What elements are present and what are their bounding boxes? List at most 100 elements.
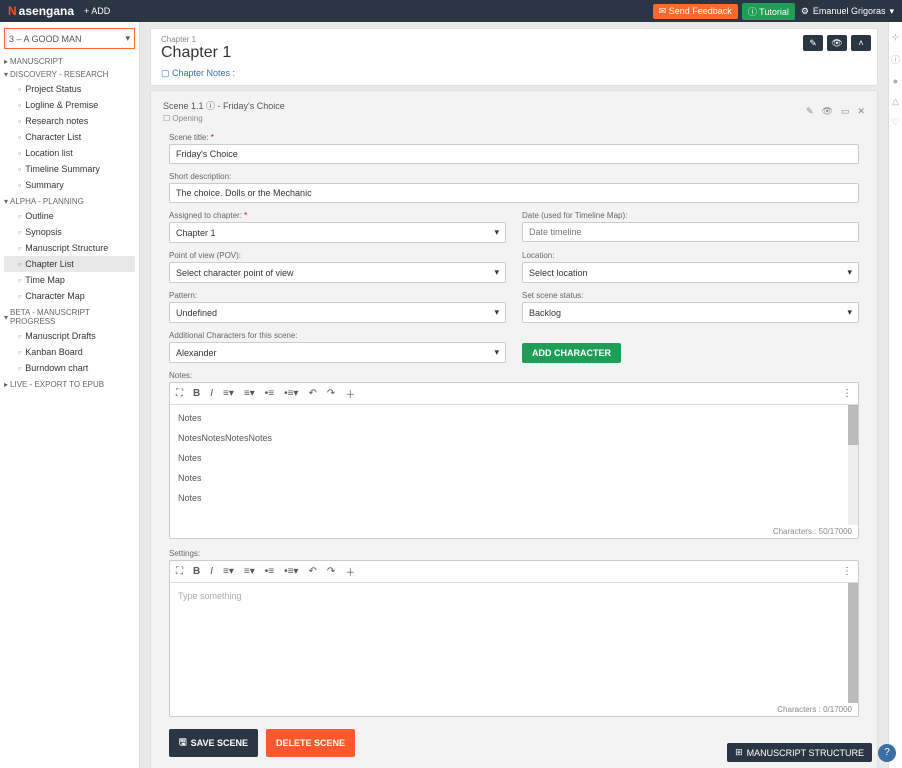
add-character-button[interactable]: ADD CHARACTER bbox=[522, 343, 621, 363]
sidebar-section[interactable]: ▾ ALPHA - PLANNING bbox=[4, 197, 135, 206]
insert-icon[interactable]: ＋ bbox=[345, 564, 355, 579]
sidebar-item[interactable]: ▫ Location list bbox=[4, 145, 135, 161]
rail-icon[interactable]: △ bbox=[892, 96, 899, 107]
sidebar-item[interactable]: ▫ Character Map bbox=[4, 288, 135, 304]
notes-body[interactable]: NotesNotesNotesNotesNotesNotesNotesNotes bbox=[170, 405, 858, 525]
sidebar-item[interactable]: ▫ Chapter List bbox=[4, 256, 135, 272]
sidebar-section[interactable]: ▸ MANUSCRIPT bbox=[4, 57, 135, 66]
manuscript-structure-button[interactable]: ⊞ MANUSCRIPT STRUCTURE bbox=[727, 743, 872, 762]
bold-icon[interactable]: B bbox=[193, 388, 200, 399]
sidebar: 3 – A GOOD MAN▾ ▸ MANUSCRIPT ▾ DISCOVERY … bbox=[0, 22, 140, 768]
pattern-select[interactable]: Undefined▾ bbox=[169, 302, 506, 323]
card-scene-icon[interactable]: ▭ bbox=[841, 106, 850, 117]
location-label: Location: bbox=[522, 251, 859, 260]
status-select[interactable]: Backlog▾ bbox=[522, 302, 859, 323]
ul-icon[interactable]: •≡ bbox=[265, 388, 274, 399]
align-icon[interactable]: ≡▾ bbox=[223, 388, 234, 399]
ul2-icon[interactable]: •≡▾ bbox=[284, 566, 298, 577]
sidebar-item[interactable]: ▫ Outline bbox=[4, 208, 135, 224]
rail-icon[interactable]: ● bbox=[893, 76, 898, 86]
settings-editor: ⛶ B I ≡▾ ≡▾ •≡ •≡▾ ↶ ↷ ＋ ⋮ Type somethin… bbox=[169, 560, 859, 717]
location-select[interactable]: Select location▾ bbox=[522, 262, 859, 283]
ol-icon[interactable]: ≡▾ bbox=[244, 566, 255, 577]
sidebar-item[interactable]: ▫ Character List bbox=[4, 129, 135, 145]
collapse-icon[interactable]: ˄ bbox=[851, 35, 871, 51]
user-menu[interactable]: ⚙ Emanuel Grigoras ▾ bbox=[801, 6, 894, 17]
sidebar-item[interactable]: ▫ Summary bbox=[4, 177, 135, 193]
bold-icon[interactable]: B bbox=[193, 566, 200, 577]
content-area: Chapter 1 Chapter 1 ▢ Chapter Notes : ✎ … bbox=[140, 22, 888, 768]
undo-icon[interactable]: ↶ bbox=[308, 566, 316, 577]
more-icon[interactable]: ⋮ bbox=[842, 566, 852, 577]
settings-char-count: Characters : 0/17000 bbox=[170, 703, 858, 716]
scene-title-label: Scene title: bbox=[169, 133, 859, 142]
page-title: Chapter 1 bbox=[161, 44, 867, 62]
chapter-notes-toggle[interactable]: ▢ Chapter Notes : bbox=[161, 68, 867, 79]
scene-title-head: Scene 1.1 ⓘ - Friday's Choice bbox=[163, 99, 285, 112]
scene-header: Scene 1.1 ⓘ - Friday's Choice ☐ Opening … bbox=[163, 99, 865, 123]
sidebar-item[interactable]: ▫ Manuscript Structure bbox=[4, 240, 135, 256]
sidebar-item[interactable]: ▫ Manuscript Drafts bbox=[4, 328, 135, 344]
settings-toolbar: ⛶ B I ≡▾ ≡▾ •≡ •≡▾ ↶ ↷ ＋ ⋮ bbox=[170, 561, 858, 583]
status-label: Set scene status: bbox=[522, 291, 859, 300]
addchar-select[interactable]: Alexander▾ bbox=[169, 342, 506, 363]
delete-scene-button[interactable]: DELETE SCENE bbox=[266, 729, 355, 757]
edit-scene-icon[interactable]: ✎ bbox=[806, 106, 814, 117]
add-button[interactable]: + ADD bbox=[84, 6, 110, 16]
more-icon[interactable]: ⋮ bbox=[842, 388, 852, 399]
view-scene-icon[interactable]: 👁 bbox=[822, 106, 833, 117]
sidebar-item[interactable]: ▫ Research notes bbox=[4, 113, 135, 129]
undo-icon[interactable]: ↶ bbox=[308, 388, 316, 399]
right-rail: ⊹ ⓘ ● △ ♡ bbox=[888, 22, 902, 768]
short-desc-input[interactable] bbox=[169, 183, 859, 203]
sidebar-item[interactable]: ▫ Project Status bbox=[4, 81, 135, 97]
edit-icon[interactable]: ✎ bbox=[803, 35, 823, 51]
date-label: Date (used for Timeline Map): bbox=[522, 211, 859, 220]
tutorial-button[interactable]: ⓘ Tutorial bbox=[742, 3, 795, 20]
addchar-label: Additional Characters for this scene: bbox=[169, 331, 506, 340]
project-selector[interactable]: 3 – A GOOD MAN▾ bbox=[4, 28, 135, 49]
scene-title-input[interactable] bbox=[169, 144, 859, 164]
settings-label: Settings: bbox=[169, 549, 859, 558]
close-scene-icon[interactable]: ✕ bbox=[857, 106, 865, 117]
pov-select[interactable]: Select character point of view▾ bbox=[169, 262, 506, 283]
sidebar-item[interactable]: ▫ Synopsis bbox=[4, 224, 135, 240]
scene-card: Scene 1.1 ⓘ - Friday's Choice ☐ Opening … bbox=[150, 90, 878, 768]
logo[interactable]: Nasengana bbox=[8, 4, 74, 18]
sidebar-item[interactable]: ▫ Logline & Premise bbox=[4, 97, 135, 113]
help-button[interactable]: ? bbox=[878, 744, 896, 762]
sidebar-item[interactable]: ▫ Timeline Summary bbox=[4, 161, 135, 177]
scrollbar[interactable] bbox=[848, 405, 858, 525]
redo-icon[interactable]: ↷ bbox=[327, 566, 335, 577]
fullscreen-icon[interactable]: ⛶ bbox=[176, 388, 183, 399]
view-icon[interactable]: 👁 bbox=[827, 35, 847, 51]
ul2-icon[interactable]: •≡▾ bbox=[284, 388, 298, 399]
ul-icon[interactable]: •≡ bbox=[265, 566, 274, 577]
date-input[interactable] bbox=[522, 222, 859, 242]
rail-icon[interactable]: ⓘ bbox=[891, 53, 900, 66]
save-scene-button[interactable]: 🖫 SAVE SCENE bbox=[169, 729, 258, 757]
sidebar-item[interactable]: ▫ Time Map bbox=[4, 272, 135, 288]
italic-icon[interactable]: I bbox=[210, 388, 213, 399]
sidebar-section[interactable]: ▾ BETA - MANUSCRIPT PROGRESS bbox=[4, 308, 135, 326]
align-icon[interactable]: ≡▾ bbox=[223, 566, 234, 577]
notes-label: Notes: bbox=[169, 371, 859, 380]
sidebar-item[interactable]: ▫ Kanban Board bbox=[4, 344, 135, 360]
sidebar-section[interactable]: ▾ DISCOVERY - RESEARCH bbox=[4, 70, 135, 79]
rail-icon[interactable]: ⊹ bbox=[892, 32, 900, 43]
italic-icon[interactable]: I bbox=[210, 566, 213, 577]
sidebar-item[interactable]: ▫ Burndown chart bbox=[4, 360, 135, 376]
rail-icon[interactable]: ♡ bbox=[891, 117, 899, 128]
chapter-select[interactable]: Chapter 1▾ bbox=[169, 222, 506, 243]
page-header: Chapter 1 Chapter 1 ▢ Chapter Notes : ✎ … bbox=[150, 28, 878, 86]
scene-sub: ☐ Opening bbox=[163, 114, 285, 123]
redo-icon[interactable]: ↷ bbox=[327, 388, 335, 399]
settings-body[interactable]: Type something bbox=[170, 583, 858, 703]
notes-editor: ⛶ B I ≡▾ ≡▾ •≡ •≡▾ ↶ ↷ ＋ ⋮ NotesNotesNot… bbox=[169, 382, 859, 539]
insert-icon[interactable]: ＋ bbox=[345, 386, 355, 401]
fullscreen-icon[interactable]: ⛶ bbox=[176, 566, 183, 577]
ol-icon[interactable]: ≡▾ bbox=[244, 388, 255, 399]
scrollbar[interactable] bbox=[848, 583, 858, 703]
send-feedback-button[interactable]: ✉ Send Feedback bbox=[653, 4, 738, 19]
sidebar-section[interactable]: ▸ LIVE - EXPORT TO EPUB bbox=[4, 380, 135, 389]
